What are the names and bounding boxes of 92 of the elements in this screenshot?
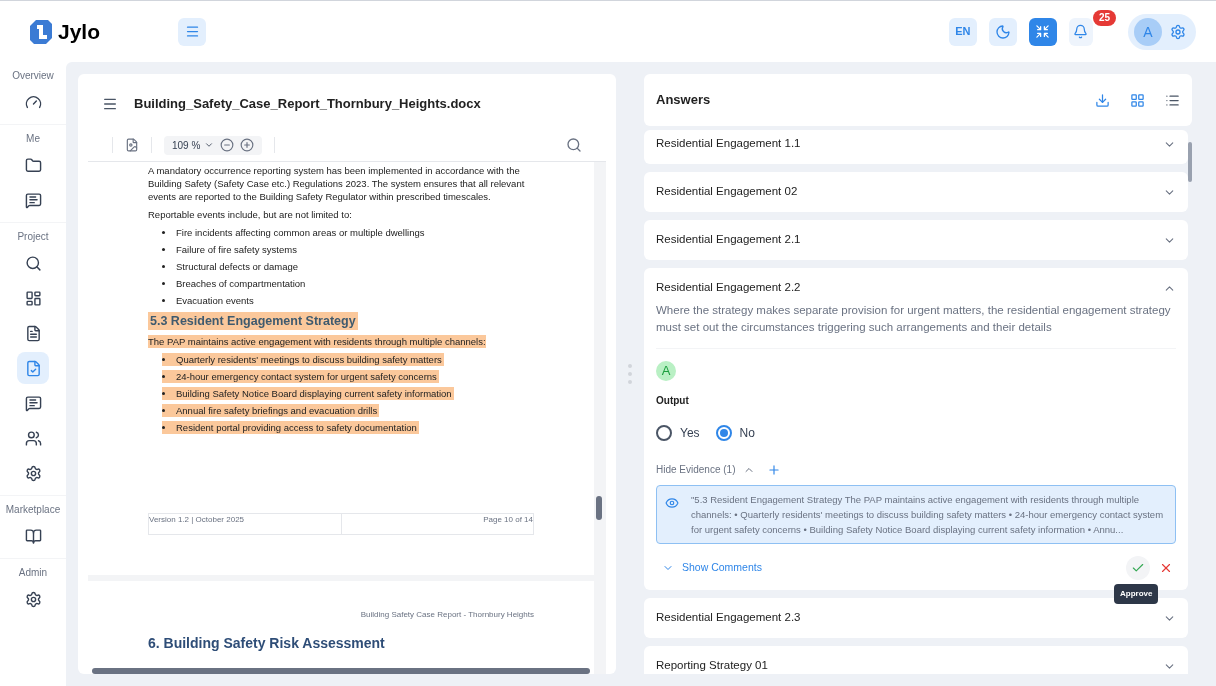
chat-icon bbox=[24, 394, 42, 412]
bullet-icon bbox=[162, 392, 165, 396]
page-header-text: Building Safety Case Report - Thornbury Heights bbox=[360, 608, 534, 621]
menu-icon bbox=[184, 24, 200, 39]
accordion-header[interactable]: Residential Engagement 2.1 bbox=[656, 230, 1176, 250]
document-list-item: Building Safety Notice Board displaying current safety information bbox=[162, 387, 454, 401]
grid-view-icon[interactable] bbox=[1130, 92, 1145, 108]
bullet-icon bbox=[162, 281, 165, 285]
bullet-icon bbox=[162, 230, 165, 234]
document-heading: 6. Building Safety Risk Assessment bbox=[148, 633, 386, 653]
show-comments-button[interactable]: Show Comments bbox=[656, 560, 762, 576]
evidence-text: "5.3 Resident Engagement Strategy The PAP maintains active engagement with residents through multiple channels: • Quarterly residents' meetings to discuss building safety matters • 24-hour emergency contact system for urgent safety concerns • Building Safety Notice Board displaying current safety information • Annu... bbox=[691, 493, 1165, 537]
bell-icon bbox=[1073, 24, 1089, 39]
scrollbar-thumb[interactable] bbox=[92, 668, 590, 674]
document-list-item: Quarterly residents' meetings to discuss building safety matters bbox=[162, 353, 444, 367]
users-icon bbox=[24, 429, 42, 447]
sidebar-section-label: Admin bbox=[18, 566, 48, 580]
document-list-item: Breaches of compartmentation bbox=[162, 276, 308, 290]
document-icon bbox=[24, 324, 42, 342]
search-icon bbox=[24, 254, 42, 272]
page-footer-text: Version 1.2 | October 2025 bbox=[149, 513, 342, 534]
document-paragraph: Reportable events include, but are not limited to: bbox=[148, 207, 352, 221]
accordion-header[interactable]: Residential Engagement 2.2 bbox=[656, 278, 1176, 298]
document-list-item: Failure of fire safety systems bbox=[162, 242, 299, 256]
file-icon[interactable] bbox=[125, 138, 139, 152]
checked-file-icon bbox=[24, 359, 42, 377]
bullet-icon bbox=[162, 264, 165, 268]
sidebar-section-label: Project bbox=[17, 230, 49, 244]
document-title: Building_Safety_Case_Report_Thornbury_Heights.docx bbox=[134, 95, 481, 113]
chat-icon bbox=[24, 191, 42, 209]
dark-mode-button[interactable] bbox=[988, 17, 1017, 46]
document-list-item: Annual fire safety briefings and evacuation drills bbox=[162, 404, 380, 418]
document-paragraph: A mandatory occurrence reporting system has been implemented in accordance with the Building Safety (Safety Case etc.) Regulations 2023. The system ensures that all relevant events are reported to the Building Safety Regulator within prescribed timescales. bbox=[148, 163, 526, 203]
check-icon bbox=[1131, 561, 1145, 575]
answer-avatar: A bbox=[656, 361, 676, 381]
search-icon[interactable] bbox=[566, 137, 582, 153]
accordion-header[interactable]: Residential Engagement 02 bbox=[656, 182, 1176, 202]
document-list-item: Evacuation events bbox=[162, 293, 256, 307]
evidence-card[interactable] bbox=[656, 485, 1176, 544]
bullet-icon bbox=[162, 409, 165, 413]
radio-option[interactable]: No bbox=[715, 424, 755, 442]
folder-icon bbox=[24, 156, 42, 174]
close-icon bbox=[1159, 561, 1173, 575]
approve-tooltip: Approve bbox=[1114, 584, 1159, 604]
settings-icon bbox=[24, 590, 42, 608]
question-description: Where the strategy makes separate provision for urgent matters, the residential engagement strategy must set out the circumstances triggering such arrangements and their details bbox=[656, 302, 1176, 349]
eye-icon[interactable] bbox=[665, 496, 679, 510]
brand-name: Jylo bbox=[58, 18, 101, 45]
page-number: Page 10 of 14 bbox=[482, 513, 533, 526]
bullet-icon bbox=[162, 298, 165, 302]
sidebar-section-label: Overview bbox=[12, 69, 54, 83]
output-label: Output bbox=[656, 394, 690, 408]
dashboard-icon bbox=[24, 289, 42, 307]
radio-button[interactable] bbox=[656, 425, 672, 441]
shrink-icon bbox=[1035, 24, 1051, 39]
caret-icon bbox=[204, 140, 215, 150]
accordion-header[interactable]: Reporting Strategy 01 bbox=[656, 656, 1176, 674]
evidence-toggle[interactable]: Hide Evidence (1) bbox=[656, 462, 756, 477]
logo-icon bbox=[28, 17, 54, 46]
book-icon bbox=[24, 527, 42, 545]
scrollbar-thumb[interactable] bbox=[1188, 142, 1192, 182]
user-avatar: A bbox=[1134, 17, 1162, 46]
notifications-button[interactable] bbox=[1068, 17, 1093, 46]
document-list-item: Structural defects or damage bbox=[162, 259, 300, 273]
notification-badge: 25 bbox=[1092, 9, 1116, 26]
bullet-icon bbox=[162, 375, 165, 379]
zoom-in-icon[interactable] bbox=[240, 138, 255, 152]
answers-title: Answers bbox=[656, 91, 711, 110]
download-icon[interactable] bbox=[1095, 92, 1110, 108]
gauge-icon bbox=[24, 93, 42, 111]
document-list-item: 24-hour emergency contact system for urgent safety concerns bbox=[162, 370, 439, 384]
fullscreen-button[interactable] bbox=[1028, 17, 1057, 46]
moon-icon bbox=[994, 23, 1011, 40]
scrollbar-thumb[interactable] bbox=[596, 495, 602, 520]
bullet-icon bbox=[162, 247, 165, 251]
radio-option[interactable]: Yes bbox=[656, 424, 700, 442]
document-list-item: Fire incidents affecting common areas or multiple dwellings bbox=[162, 225, 427, 239]
radio-button[interactable] bbox=[715, 425, 732, 441]
settings-icon[interactable] bbox=[1170, 23, 1186, 40]
zoom-out-icon[interactable] bbox=[220, 138, 235, 152]
document-paragraph: The PAP maintains active engagement with residents through multiple channels: bbox=[148, 335, 486, 349]
sidebar-section-label: Marketplace bbox=[5, 503, 61, 517]
bullet-icon bbox=[162, 358, 165, 362]
sidebar-section-label: Me bbox=[26, 132, 40, 146]
document-list-item: Resident portal providing access to safety documentation bbox=[162, 421, 419, 435]
accordion-header[interactable]: Residential Engagement 1.1 bbox=[656, 134, 1176, 154]
bullet-icon bbox=[162, 426, 165, 430]
accordion-header[interactable]: Residential Engagement 2.3 bbox=[656, 608, 1176, 628]
menu-button[interactable] bbox=[178, 17, 206, 46]
settings-icon bbox=[24, 464, 42, 482]
document-heading: 5.3 Resident Engagement Strategy bbox=[148, 311, 358, 331]
list-view-icon[interactable] bbox=[1165, 92, 1180, 108]
